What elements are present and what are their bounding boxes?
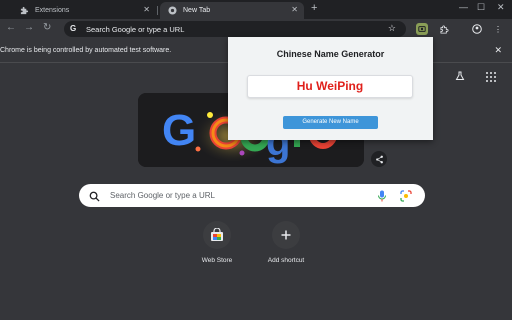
omnibox-text[interactable]: Search Google or type a URL: [86, 25, 184, 34]
share-icon[interactable]: [371, 151, 387, 167]
minimize-icon[interactable]: —: [459, 2, 468, 12]
google-lens-icon[interactable]: [400, 189, 412, 207]
generate-new-name-button[interactable]: Generate New Name: [283, 116, 378, 129]
popup-title: Chinese Name Generator: [276, 49, 385, 59]
labs-flask-icon[interactable]: [455, 71, 465, 83]
shortcut-label: Web Store: [201, 257, 233, 264]
profile-icon[interactable]: [471, 23, 483, 35]
tab-extensions[interactable]: Extensions ✕: [14, 2, 156, 19]
tab-title: Extensions: [35, 7, 70, 14]
extension-active-icon[interactable]: [416, 23, 428, 35]
bookmark-star-icon[interactable]: ☆: [388, 23, 396, 34]
apps-grid-icon[interactable]: [486, 72, 496, 82]
generated-name-display: Hu WeiPing: [247, 75, 413, 98]
puzzle-icon: [20, 6, 29, 15]
tab-separator: [157, 6, 158, 15]
shortcut-web-store[interactable]: Web Store: [187, 221, 247, 264]
menu-kebab-icon[interactable]: ⋮: [492, 23, 504, 35]
tab-title: New Tab: [183, 7, 211, 14]
svg-text:G: G: [162, 106, 196, 155]
close-tab-icon[interactable]: ✕: [143, 5, 150, 14]
plus-icon: [272, 221, 300, 249]
ntp-search-box[interactable]: Search Google or type a URL: [79, 184, 425, 207]
extension-popup: Chinese Name Generator Hu WeiPing Genera…: [228, 37, 433, 140]
close-tab-icon[interactable]: ✕: [291, 5, 298, 14]
ntp-search-input[interactable]: Search Google or type a URL: [110, 191, 215, 200]
extensions-puzzle-icon[interactable]: [438, 23, 450, 35]
close-infobar-icon[interactable]: ✕: [494, 45, 502, 56]
close-window-icon[interactable]: ✕: [497, 2, 505, 13]
back-icon[interactable]: ←: [6, 22, 16, 33]
shortcut-add[interactable]: Add shortcut: [256, 221, 316, 264]
infobar-message: Chrome is being controlled by automated …: [0, 47, 172, 54]
forward-icon[interactable]: →: [24, 22, 34, 33]
toolbar: ← → ↻ G Search Google or type a URL ☆ ⋮: [0, 19, 512, 39]
voice-search-mic-icon[interactable]: [377, 189, 387, 207]
shortcut-label: Add shortcut: [267, 257, 305, 264]
tab-strip: Extensions ✕ New Tab ✕ + — ☐ ✕: [0, 0, 512, 19]
chrome-icon: [168, 6, 177, 15]
new-tab-plus-icon[interactable]: +: [311, 2, 317, 14]
tab-new-tab[interactable]: New Tab ✕: [160, 2, 304, 19]
reload-icon[interactable]: ↻: [43, 22, 51, 33]
webstore-icon: [203, 221, 231, 249]
search-icon: [89, 189, 100, 207]
maximize-icon[interactable]: ☐: [477, 2, 485, 13]
omnibox[interactable]: G Search Google or type a URL ☆: [64, 21, 406, 37]
google-g-icon: G: [70, 24, 77, 33]
